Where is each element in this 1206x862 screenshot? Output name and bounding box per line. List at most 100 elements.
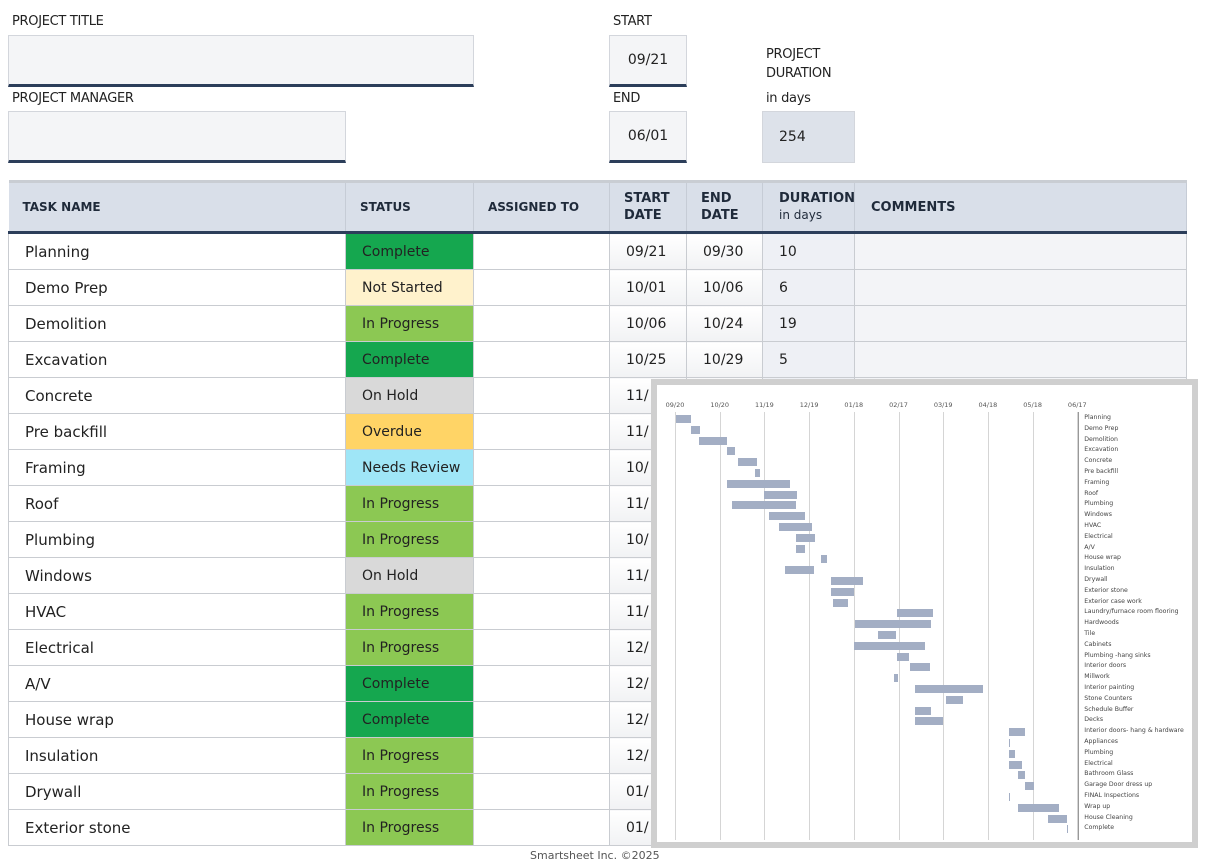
gantt-bar <box>914 706 932 715</box>
gantt-bar <box>1025 782 1035 791</box>
col-label: START <box>624 191 670 206</box>
task-name-cell[interactable]: Concrete <box>8 377 346 414</box>
task-name-cell[interactable]: Roof <box>8 485 346 522</box>
status-cell[interactable]: Needs Review <box>345 449 474 486</box>
task-name-cell[interactable]: Electrical <box>8 629 346 666</box>
col-task-name[interactable]: TASK NAME <box>8 180 346 234</box>
assigned-to-cell[interactable] <box>473 269 610 306</box>
end-date-cell[interactable]: 10/29 <box>686 341 763 378</box>
assigned-to-cell[interactable] <box>473 665 610 702</box>
assigned-to-cell[interactable] <box>473 737 610 774</box>
end-date-cell[interactable]: 10/24 <box>686 305 763 342</box>
start-date-cell[interactable]: 10/01 <box>609 269 687 306</box>
x-tick-label: 04/18 <box>978 401 998 409</box>
status-cell[interactable]: Complete <box>345 232 474 270</box>
col-start-date[interactable]: START DATE <box>609 180 687 234</box>
col-label: DURATION <box>779 191 856 206</box>
task-name-cell[interactable]: A/V <box>8 665 346 702</box>
gantt-bar <box>1008 739 1011 747</box>
task-axis-label: Framing <box>1084 478 1110 486</box>
col-end-date[interactable]: END DATE <box>686 180 763 234</box>
comments-cell[interactable] <box>854 341 1187 378</box>
task-name-cell[interactable]: Plumbing <box>8 521 346 558</box>
col-comments[interactable]: COMMENTS <box>854 180 1187 234</box>
project-manager-label: PROJECT MANAGER <box>12 91 134 106</box>
assigned-to-cell[interactable] <box>473 521 610 558</box>
comments-cell[interactable] <box>854 232 1187 270</box>
status-cell[interactable]: On Hold <box>345 377 474 414</box>
project-duration-unit: in days <box>766 91 811 106</box>
col-duration[interactable]: DURATION in days <box>762 180 856 234</box>
task-name-cell[interactable]: Pre backfill <box>8 413 346 450</box>
assigned-to-cell[interactable] <box>473 629 610 666</box>
duration-cell: 6 <box>762 269 855 306</box>
assigned-to-cell[interactable] <box>473 809 610 846</box>
assigned-to-cell[interactable] <box>473 773 610 810</box>
comments-cell[interactable] <box>854 305 1187 342</box>
assigned-to-cell[interactable] <box>473 449 610 486</box>
task-axis-label: Plumbing <box>1084 748 1114 756</box>
status-cell[interactable]: Complete <box>345 341 474 378</box>
x-tick-label: 01/18 <box>844 401 864 409</box>
col-status[interactable]: STATUS <box>345 180 474 234</box>
task-axis-label: Tile <box>1084 630 1096 637</box>
start-date-cell[interactable]: 10/25 <box>609 341 687 378</box>
assigned-to-cell[interactable] <box>473 593 610 630</box>
status-cell[interactable]: Not Started <box>345 269 474 306</box>
status-cell[interactable]: In Progress <box>345 593 474 630</box>
status-cell[interactable]: In Progress <box>345 773 474 810</box>
col-label: COMMENTS <box>871 199 956 215</box>
start-date-input[interactable]: 09/21 <box>609 35 687 87</box>
task-name-cell[interactable]: House wrap <box>8 701 346 738</box>
task-name-cell[interactable]: HVAC <box>8 593 346 630</box>
gantt-bar <box>727 479 790 488</box>
start-date-cell[interactable]: 10/06 <box>609 305 687 342</box>
end-date-input[interactable]: 06/01 <box>609 111 687 163</box>
task-name-cell[interactable]: Exterior stone <box>8 809 346 846</box>
task-name-cell[interactable]: Windows <box>8 557 346 594</box>
gantt-bar <box>698 436 728 445</box>
task-name-cell[interactable]: Excavation <box>8 341 346 378</box>
status-cell[interactable]: Complete <box>345 665 474 702</box>
status-cell[interactable]: Overdue <box>345 413 474 450</box>
end-date-cell[interactable]: 10/06 <box>686 269 763 306</box>
start-date-cell[interactable]: 09/21 <box>609 232 687 270</box>
gantt-bar <box>1008 728 1026 737</box>
task-name-cell[interactable]: Framing <box>8 449 346 486</box>
task-name-cell[interactable]: Insulation <box>8 737 346 774</box>
assigned-to-cell[interactable] <box>473 341 610 378</box>
assigned-to-cell[interactable] <box>473 377 610 414</box>
task-axis-label: Electrical <box>1084 759 1113 767</box>
assigned-to-cell[interactable] <box>473 557 610 594</box>
col-assigned-to[interactable]: ASSIGNED TO <box>473 180 610 234</box>
assigned-to-cell[interactable] <box>473 413 610 450</box>
status-cell[interactable]: In Progress <box>345 485 474 522</box>
project-manager-input[interactable] <box>8 111 346 163</box>
gantt-bar <box>877 631 896 639</box>
status-cell[interactable]: On Hold <box>345 557 474 594</box>
comments-cell[interactable] <box>854 269 1187 306</box>
task-name-cell[interactable]: Drywall <box>8 773 346 810</box>
status-cell[interactable]: In Progress <box>345 809 474 846</box>
gantt-chart: 09/20 10/20 11/19 12/19 01/18 02/17 03/19 04/18… <box>651 379 1198 848</box>
status-cell[interactable]: In Progress <box>345 737 474 774</box>
gantt-bar <box>795 533 816 542</box>
task-name-cell[interactable]: Demo Prep <box>8 269 346 306</box>
start-label: START <box>613 14 652 29</box>
status-cell[interactable]: Complete <box>345 701 474 738</box>
project-title-input[interactable] <box>8 35 474 87</box>
assigned-to-cell[interactable] <box>473 232 610 270</box>
x-tick-label: 12/19 <box>799 401 819 409</box>
status-cell[interactable]: In Progress <box>345 305 474 342</box>
status-cell[interactable]: In Progress <box>345 521 474 558</box>
table-row: Demo Prep Not Started 10/01 10/06 6 <box>8 269 1187 306</box>
assigned-to-cell[interactable] <box>473 701 610 738</box>
table-row: Excavation Complete 10/25 10/29 5 <box>8 341 1187 378</box>
end-date-cell[interactable]: 09/30 <box>686 232 763 270</box>
task-name-cell[interactable]: Demolition <box>8 305 346 342</box>
project-title-label: PROJECT TITLE <box>12 14 104 29</box>
task-name-cell[interactable]: Planning <box>8 232 346 270</box>
status-cell[interactable]: In Progress <box>345 629 474 666</box>
assigned-to-cell[interactable] <box>473 485 610 522</box>
assigned-to-cell[interactable] <box>473 305 610 342</box>
